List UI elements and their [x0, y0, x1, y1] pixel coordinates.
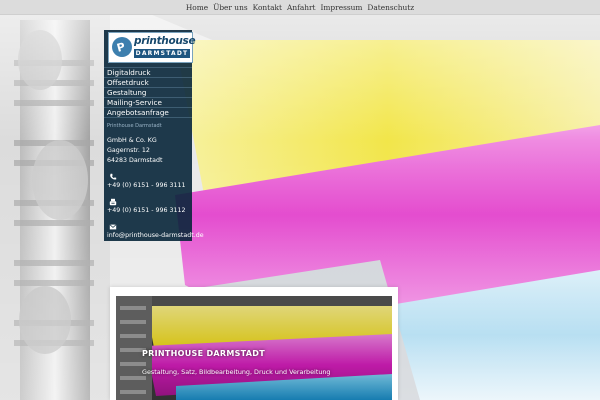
sidebar-menu: Digitaldruck Offsetdruck Gestaltung Mail…	[104, 67, 192, 118]
card-title: PRINTHOUSE DARMSTADT	[142, 349, 265, 358]
nav-directions-link[interactable]: Anfahrt	[287, 3, 316, 12]
logo-city: DARMSTADT	[134, 49, 190, 58]
address-line-company: GmbH & Co. KG	[107, 137, 157, 144]
nav-privacy-link[interactable]: Datenschutz	[367, 3, 414, 12]
card-subtitle: Gestaltung, Satz, Bildbearbeitung, Druck…	[142, 368, 331, 376]
intro-card: PRINTHOUSE DARMSTADT Gestaltung, Satz, B…	[110, 287, 398, 400]
nav-contact-link[interactable]: Kontakt	[253, 3, 282, 12]
phone-icon	[110, 173, 117, 180]
envelope-icon	[109, 224, 117, 230]
sidebar-item-angebotsanfrage[interactable]: Angebotsanfrage	[104, 108, 192, 118]
top-navigation: Home Über uns Kontakt Anfahrt Impressum …	[0, 0, 600, 15]
sidebar: P printhouse DARMSTADT Digitaldruck Offs…	[104, 30, 204, 241]
sidebar-item-offsetdruck[interactable]: Offsetdruck	[104, 78, 192, 88]
nav-home-link[interactable]: Home	[186, 3, 208, 12]
card-banner-image	[116, 296, 392, 400]
fax-number: +49 (0) 6151 - 996 3112	[107, 207, 186, 214]
phone-number: +49 (0) 6151 - 996 3111	[107, 182, 186, 189]
nav-about-link[interactable]: Über uns	[213, 3, 248, 12]
company-name-small: Printhouse Darmstadt	[107, 123, 162, 129]
sidebar-item-gestaltung[interactable]: Gestaltung	[104, 88, 192, 98]
logo-mark-icon: P	[112, 37, 132, 57]
sidebar-item-digitaldruck[interactable]: Digitaldruck	[104, 67, 192, 78]
site-logo[interactable]: P printhouse DARMSTADT	[108, 32, 196, 63]
address-line-city: 64283 Darmstadt	[107, 157, 163, 164]
sidebar-item-mailing-service[interactable]: Mailing-Service	[104, 98, 192, 108]
email-link[interactable]: info@printhouse-darmstadt.de	[107, 232, 204, 239]
fax-icon	[109, 198, 117, 206]
logo-wordmark: printhouse	[134, 35, 196, 47]
nav-imprint-link[interactable]: Impressum	[321, 3, 363, 12]
address-line-street: Gagernstr. 12	[107, 147, 150, 154]
